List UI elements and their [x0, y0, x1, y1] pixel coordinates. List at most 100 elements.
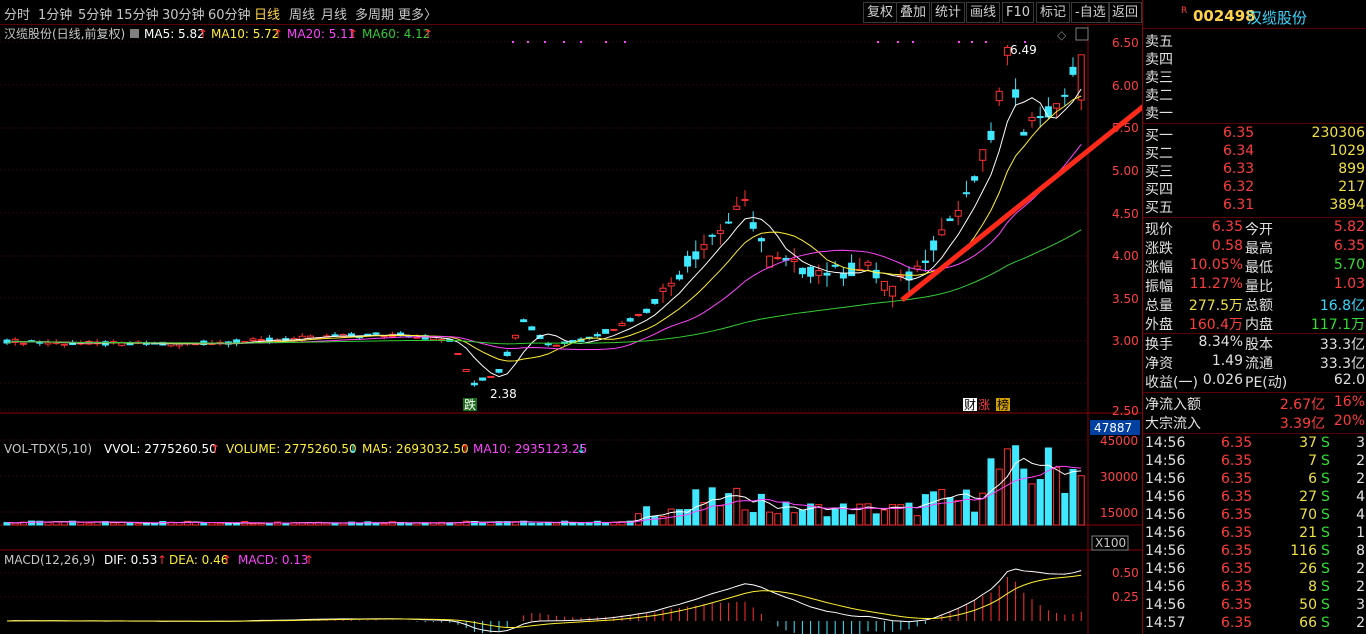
tick-price: 6.35: [1221, 453, 1253, 469]
sell-row[interactable]: 卖五: [1143, 31, 1366, 50]
buy-row[interactable]: 买四 6.32 217: [1143, 179, 1366, 198]
tab-multi-period[interactable]: 多周期: [355, 4, 394, 23]
volume-bar: [208, 522, 216, 526]
tab-5min[interactable]: 5分钟: [78, 4, 112, 23]
tick-row[interactable]: 14:56 6.35 116 S 8: [1143, 543, 1366, 561]
signal-dot: [527, 41, 529, 43]
tab-fenshi[interactable]: 分时: [4, 4, 30, 23]
volume-bar: [85, 522, 93, 526]
candle-body: [831, 264, 839, 267]
bang-marker: 榜: [997, 397, 1009, 412]
tick-row[interactable]: 14:56 6.35 6 S 2: [1143, 471, 1366, 489]
fuquan-button[interactable]: 复权: [863, 2, 898, 23]
buy-row[interactable]: 买三 6.33 899: [1143, 161, 1366, 180]
low-price-label: 2.38: [490, 387, 517, 401]
quote-value: 10.05%: [1189, 257, 1243, 273]
buy-row[interactable]: 买二 6.34 1029: [1143, 143, 1366, 162]
quote-value: 5.82: [1333, 219, 1365, 235]
vol-ma5-value: MA5: 2693032.50: [362, 442, 469, 456]
tick-row[interactable]: 14:56 6.35 70 S 4: [1143, 507, 1366, 525]
tab-15min[interactable]: 15分钟: [116, 4, 159, 23]
sell-row[interactable]: 卖二: [1143, 85, 1366, 104]
candle-body: [938, 229, 946, 236]
quote-panel: R 002498 汉缆股份 卖五 卖四 卖三 卖二 卖一 买一 6.35 230306 买二 6.…: [1142, 0, 1366, 634]
price-axis-label: 4.00: [1112, 249, 1139, 263]
candle-body: [626, 318, 634, 322]
tick-time: 14:56: [1145, 579, 1186, 595]
tick-row[interactable]: 14:56 6.35 7 S 2: [1143, 453, 1366, 471]
quote-label: 现价: [1145, 222, 1173, 238]
volume-bar: [536, 523, 544, 526]
quote-value: 117.1万: [1310, 317, 1365, 333]
tick-row[interactable]: 14:56 6.35 21 S 1: [1143, 525, 1366, 543]
tick-row[interactable]: 14:56 6.35 8 S 2: [1143, 579, 1366, 597]
quote-row: 外盘 160.4万 内盘 117.1万: [1143, 314, 1366, 333]
quote-label: 股本: [1245, 337, 1273, 353]
tab-monthly[interactable]: 月线: [321, 4, 347, 23]
quote-row: 涨幅 10.05% 最低 5.70: [1143, 257, 1366, 276]
price-axis-label: 5.00: [1112, 164, 1139, 178]
tick-count: 2: [1356, 579, 1365, 595]
vol-ma10-down-arrow-icon: ↓: [576, 442, 586, 456]
sell-row[interactable]: 卖三: [1143, 67, 1366, 86]
tick-row[interactable]: 14:56 6.35 37 S 3: [1143, 435, 1366, 453]
tick-row[interactable]: 14:57 6.35 66 S 2: [1143, 615, 1366, 633]
chevron-right-icon: 〉: [424, 8, 438, 23]
tick-row[interactable]: 14:56 6.35 50 S 3: [1143, 597, 1366, 615]
volume-bar: [1077, 475, 1085, 526]
tick-side: S: [1321, 525, 1330, 541]
overlay-button[interactable]: 叠加: [896, 2, 931, 23]
sell-row[interactable]: 卖四: [1143, 49, 1366, 68]
tick-row[interactable]: 14:56 6.35 27 S 4: [1143, 489, 1366, 507]
tab-30min[interactable]: 30分钟: [162, 4, 205, 23]
candle-body: [257, 339, 265, 342]
tab-daily[interactable]: 日线: [254, 4, 280, 23]
volume-bar: [200, 522, 208, 526]
tab-weekly[interactable]: 周线: [289, 4, 315, 23]
flow-row: 净流入额 2.67亿 16%: [1143, 394, 1366, 413]
volume-bar: [856, 503, 864, 526]
candle-body: [823, 272, 831, 276]
divider: [1143, 217, 1366, 218]
period-toolbar: 分时 1分钟 5分钟 15分钟 30分钟 60分钟 日线 周线 月线 多周期 更…: [0, 0, 1143, 25]
draw-line-button[interactable]: 画线: [966, 2, 1001, 23]
volume-bar: [405, 522, 413, 526]
tab-60min[interactable]: 60分钟: [208, 4, 251, 23]
tick-time: 14:56: [1145, 561, 1186, 577]
diamond-icon[interactable]: ◇: [1057, 28, 1067, 42]
stock-name[interactable]: 汉缆股份: [1247, 7, 1307, 28]
volume-bar: [1020, 468, 1028, 526]
tick-price: 6.35: [1221, 543, 1253, 559]
f10-button[interactable]: F10: [1002, 2, 1035, 23]
settings-icon[interactable]: [130, 29, 139, 38]
signal-dot: [580, 41, 582, 43]
sell-row[interactable]: 卖一: [1143, 103, 1366, 122]
volume-bar: [528, 522, 536, 526]
vvol-up-arrow-icon: ↑: [210, 442, 220, 456]
watchlist-button[interactable]: -自选: [1071, 2, 1110, 23]
window-toggle-icon[interactable]: [1075, 27, 1089, 41]
buy-row[interactable]: 买五 6.31 3894: [1143, 197, 1366, 216]
mark-button[interactable]: 标记: [1036, 2, 1071, 23]
volume-bar: [774, 513, 782, 526]
volume-bar: [126, 522, 134, 526]
quote-label: 换手: [1145, 337, 1173, 353]
volume-bar: [700, 502, 708, 526]
tick-row[interactable]: 14:56 6.35 26 S 2: [1143, 561, 1366, 579]
stats-button[interactable]: 统计: [931, 2, 966, 23]
divider: [1143, 392, 1366, 393]
kline-chart[interactable]: 汉缆股份(日线,前复权) MA5: 5.82 ↑ MA10: 5.72 ↑ MA…: [0, 25, 1142, 634]
tab-more[interactable]: 更多〉: [398, 4, 437, 23]
buy-row[interactable]: 买一 6.35 230306: [1143, 125, 1366, 144]
zhang-marker: 涨: [978, 397, 990, 412]
volume-bar: [831, 507, 839, 526]
sell-level-label: 卖一: [1145, 106, 1173, 122]
candle-body: [520, 319, 528, 323]
tab-1min[interactable]: 1分钟: [38, 4, 72, 23]
tick-price: 6.35: [1221, 597, 1253, 613]
buy-price: 6.31: [1223, 197, 1255, 213]
candle-body: [454, 353, 462, 356]
signal-dot: [624, 41, 626, 43]
signal-dot: [877, 41, 879, 43]
back-button[interactable]: 返回: [1108, 2, 1143, 23]
